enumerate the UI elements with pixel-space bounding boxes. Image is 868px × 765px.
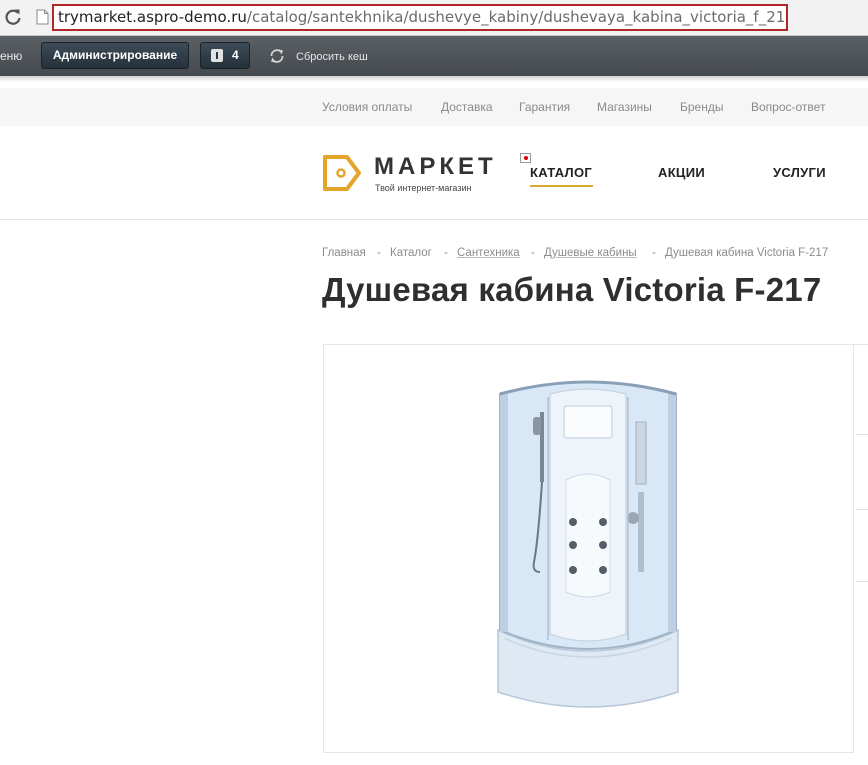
thumbnail-divider — [856, 434, 868, 435]
thumbnail-divider — [856, 509, 868, 510]
nav-catalog[interactable]: КАТАЛОГ — [530, 165, 592, 180]
clear-cache-button[interactable]: Сбросить кеш — [296, 51, 368, 63]
top-menu-payment[interactable]: Условия оплаты — [322, 100, 412, 114]
breadcrumb-current: Душевая кабина Victoria F-217 — [665, 247, 829, 259]
top-menu-stores[interactable]: Магазины — [597, 100, 652, 114]
refresh-cache-icon[interactable] — [268, 47, 286, 65]
flag-icon — [520, 153, 531, 163]
breadcrumb-separator: - — [531, 247, 535, 259]
reload-icon[interactable] — [4, 8, 22, 26]
url-host: trymarket.aspro-demo.ru — [58, 8, 247, 26]
thumbnail-column — [854, 344, 868, 753]
top-menu-warranty[interactable]: Гарантия — [519, 100, 570, 114]
nav-promotions[interactable]: АКЦИИ — [658, 165, 705, 180]
admin-menu-button[interactable]: еню — [0, 49, 22, 63]
nav-services[interactable]: УСЛУГИ — [773, 165, 826, 180]
top-menu-bar — [0, 88, 868, 126]
breadcrumb-plumbing[interactable]: Сантехника — [457, 247, 520, 259]
notifications-count: 4 — [232, 48, 239, 62]
page-icon — [36, 9, 49, 25]
top-menu-faq[interactable]: Вопрос-ответ — [751, 100, 825, 114]
breadcrumb-separator: - — [377, 247, 381, 259]
thumbnail-divider — [856, 581, 868, 582]
product-image-shower-cabin[interactable] — [488, 372, 688, 717]
logo-tag-icon[interactable] — [322, 154, 362, 192]
breadcrumb-home[interactable]: Главная — [322, 247, 366, 259]
header-divider — [0, 219, 868, 220]
notifications-button[interactable]: 4 — [200, 42, 250, 69]
top-menu-delivery[interactable]: Доставка — [441, 100, 493, 114]
breadcrumb-separator: - — [444, 247, 448, 259]
breadcrumb-catalog[interactable]: Каталог — [390, 247, 432, 259]
logo-name[interactable]: МАРКЕТ — [374, 153, 497, 181]
admin-panel-shadow — [0, 76, 868, 82]
url-field[interactable]: trymarket.aspro-demo.ru/catalog/santekhn… — [52, 4, 788, 31]
admin-button[interactable]: Администрирование — [41, 42, 189, 69]
notification-icon — [211, 49, 223, 62]
top-menu-brands[interactable]: Бренды — [680, 100, 723, 114]
nav-catalog-underline — [530, 185, 593, 187]
breadcrumb-shower-cabins[interactable]: Душевые кабины — [544, 247, 637, 259]
logo-slogan: Твой интернет-магазин — [375, 183, 472, 193]
page-title: Душевая кабина Victoria F-217 — [322, 271, 822, 308]
breadcrumb-separator: - — [652, 247, 656, 259]
url-path: /catalog/santekhnika/dushevye_kabiny/dus… — [246, 8, 788, 26]
browser-address-bar: trymarket.aspro-demo.ru/catalog/santekhn… — [0, 0, 868, 36]
